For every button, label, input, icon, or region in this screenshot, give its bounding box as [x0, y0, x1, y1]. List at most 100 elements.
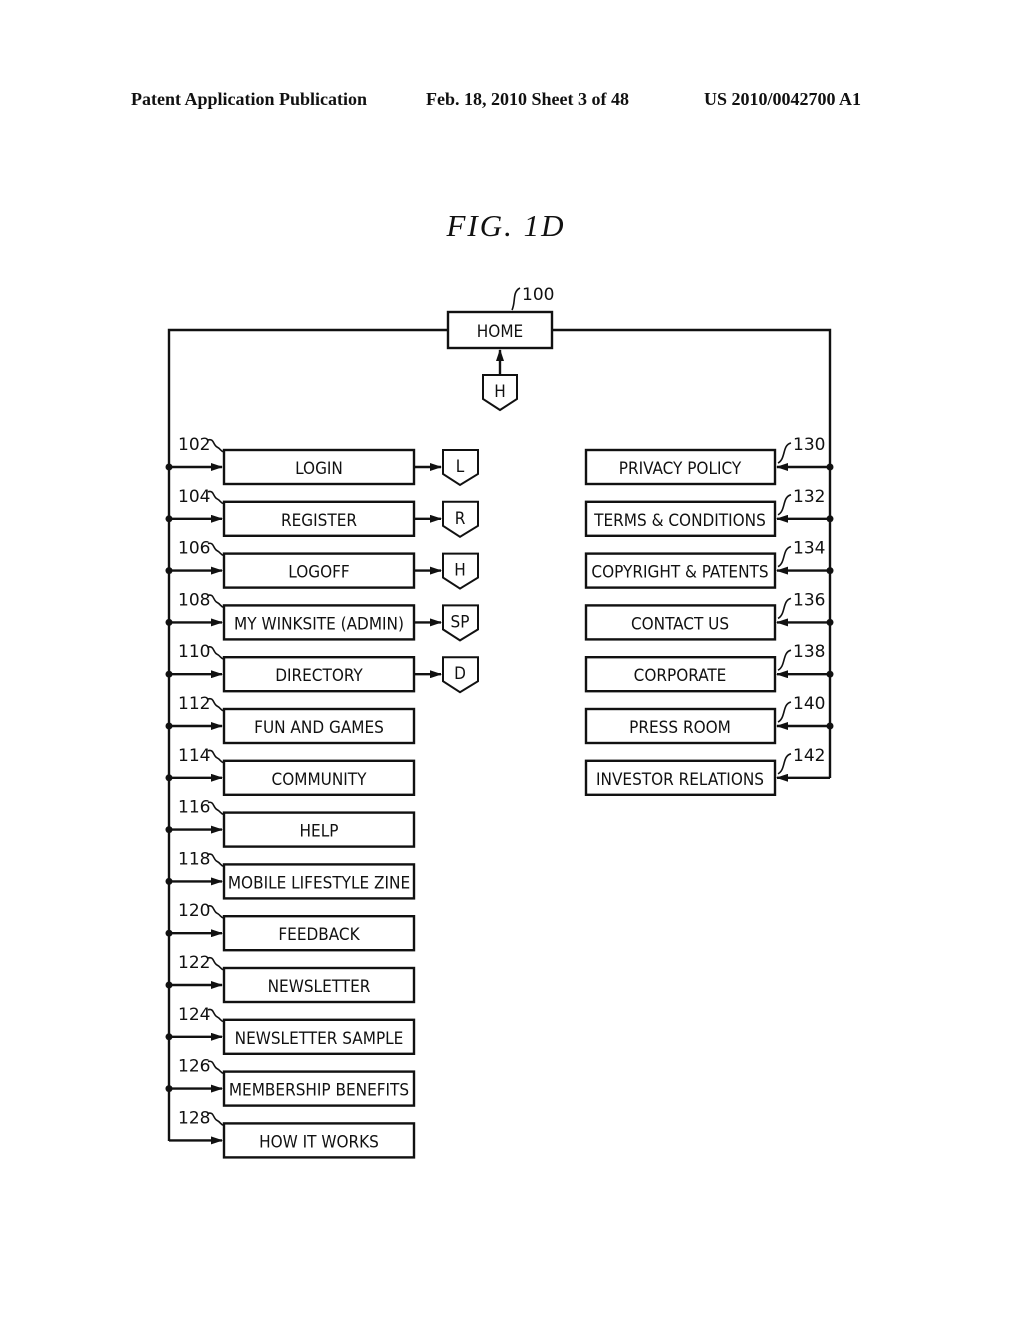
left-node-114[interactable]: COMMUNITY 114: [165, 746, 416, 796]
junction-dot: [165, 877, 173, 885]
left-node-106[interactable]: LOGOFF 106 H: [165, 539, 479, 590]
node-ref-number: 132: [793, 487, 825, 507]
node-label: CONTACT US: [631, 614, 729, 634]
ref-leader: [777, 597, 792, 620]
left-node-104[interactable]: REGISTER 104 R: [165, 487, 479, 538]
left-node-128[interactable]: HOW IT WORKS 128: [169, 1108, 416, 1159]
junction-dot: [165, 1033, 173, 1041]
node-ref-number: 106: [178, 539, 210, 559]
node-ref-number: 138: [793, 642, 825, 662]
node-label: LOGIN: [295, 459, 343, 479]
connector-label: R: [455, 509, 466, 529]
ref-leader: [777, 442, 792, 464]
connector-label: SP: [451, 612, 470, 632]
node-ref-number: 114: [178, 746, 210, 766]
offpage-connector-R[interactable]: R: [442, 500, 479, 538]
node-label: HELP: [300, 822, 339, 842]
ref-leader: [777, 494, 792, 516]
left-node-110[interactable]: DIRECTORY 110 D: [165, 642, 479, 694]
node-ref-number: 124: [178, 1005, 210, 1025]
node-label: MY WINKSITE (ADMIN): [234, 614, 404, 634]
node-ref-number: 110: [178, 642, 210, 662]
node-label: REGISTER: [281, 511, 357, 531]
junction-dot: [165, 463, 173, 471]
junction-dot: [826, 670, 834, 678]
node-ref-number: 140: [793, 694, 825, 714]
junction-dot: [165, 670, 173, 678]
node-label: COPYRIGHT & PATENTS: [591, 563, 768, 583]
right-node-138[interactable]: CORPORATE 138: [584, 642, 834, 693]
node-label: DIRECTORY: [275, 666, 363, 686]
junction-dot: [826, 567, 834, 575]
left-node-112[interactable]: FUN AND GAMES 112: [165, 694, 416, 745]
junction-dot: [165, 826, 173, 834]
node-ref-number: 116: [178, 798, 210, 818]
junction-dot: [165, 1085, 173, 1093]
node-label: MOBILE LIFESTYLE ZINE: [228, 873, 410, 893]
junction-dot: [165, 929, 173, 937]
home-label: HOME: [477, 322, 523, 342]
offpage-connector-H[interactable]: H: [442, 552, 479, 590]
node-ref-number: 134: [793, 539, 825, 559]
node-label: LOGOFF: [288, 563, 349, 583]
junction-dot: [165, 981, 173, 989]
offpage-connector-SP[interactable]: SP: [442, 604, 479, 642]
home-ref-number: 100: [522, 285, 554, 305]
right-node-140[interactable]: PRESS ROOM 140: [584, 694, 834, 745]
node-label: NEWSLETTER: [268, 977, 371, 997]
node-ref-number: 136: [793, 590, 825, 610]
connector-label: H: [454, 561, 466, 581]
node-label: HOW IT WORKS: [259, 1132, 379, 1152]
right-node-142[interactable]: INVESTOR RELATIONS 142: [584, 746, 830, 796]
right-node-136[interactable]: CONTACT US 136: [584, 590, 834, 641]
offpage-connector-L[interactable]: L: [442, 449, 479, 487]
right-node-130[interactable]: PRIVACY POLICY 130: [584, 435, 834, 486]
node-ref-number: 130: [793, 435, 825, 455]
node-label: CORPORATE: [634, 666, 727, 686]
left-node-126[interactable]: MEMBERSHIP BENEFITS 126: [165, 1057, 416, 1107]
node-label: MEMBERSHIP BENEFITS: [229, 1081, 409, 1101]
node-label: FEEDBACK: [278, 925, 360, 945]
home-ref-leader: [511, 287, 521, 311]
left-node-122[interactable]: NEWSLETTER 122: [165, 953, 416, 1004]
node-label: PRIVACY POLICY: [619, 459, 742, 479]
junction-dot: [165, 722, 173, 730]
left-node-124[interactable]: NEWSLETTER SAMPLE 124: [165, 1005, 416, 1055]
right-node-134[interactable]: COPYRIGHT & PATENTS 134: [584, 539, 834, 589]
junction-dot: [826, 618, 834, 626]
junction-dot: [826, 722, 834, 730]
node-label: NEWSLETTER SAMPLE: [235, 1029, 404, 1049]
ref-leader: [777, 649, 792, 671]
node-ref-number: 118: [178, 849, 210, 869]
node-ref-number: 122: [178, 953, 210, 973]
node-ref-number: 112: [178, 694, 210, 714]
junction-dot: [826, 515, 834, 523]
junction-dot: [165, 774, 173, 782]
node-ref-number: 128: [178, 1108, 210, 1128]
node-label: FUN AND GAMES: [254, 718, 384, 738]
node-label: INVESTOR RELATIONS: [596, 770, 764, 790]
ref-leader: [777, 545, 792, 568]
node-ref-number: 142: [793, 746, 825, 766]
left-node-108[interactable]: MY WINKSITE (ADMIN) 108 SP: [165, 590, 479, 642]
node-label: PRESS ROOM: [629, 718, 731, 738]
node-ref-number: 108: [178, 590, 210, 610]
home-offpage-connector[interactable]: H: [482, 374, 518, 412]
left-node-118[interactable]: MOBILE LIFESTYLE ZINE 118: [165, 849, 416, 900]
node-ref-number: 126: [178, 1057, 210, 1077]
junction-dot: [165, 515, 173, 523]
ref-leader: [777, 701, 792, 723]
left-node-102[interactable]: LOGIN 102 L: [165, 435, 479, 487]
node-ref-number: 102: [178, 435, 210, 455]
left-node-116[interactable]: HELP 116: [165, 798, 416, 848]
connector-label: D: [454, 664, 466, 684]
node-ref-number: 104: [178, 487, 210, 507]
home-connector-label: H: [494, 382, 506, 402]
junction-dot: [826, 463, 834, 471]
home-node[interactable]: HOME: [446, 310, 554, 350]
left-node-120[interactable]: FEEDBACK 120: [165, 901, 416, 952]
node-ref-number: 120: [178, 901, 210, 921]
offpage-connector-D[interactable]: D: [442, 656, 479, 694]
ref-leader: [777, 753, 792, 775]
right-node-132[interactable]: TERMS & CONDITIONS 132: [584, 487, 834, 537]
